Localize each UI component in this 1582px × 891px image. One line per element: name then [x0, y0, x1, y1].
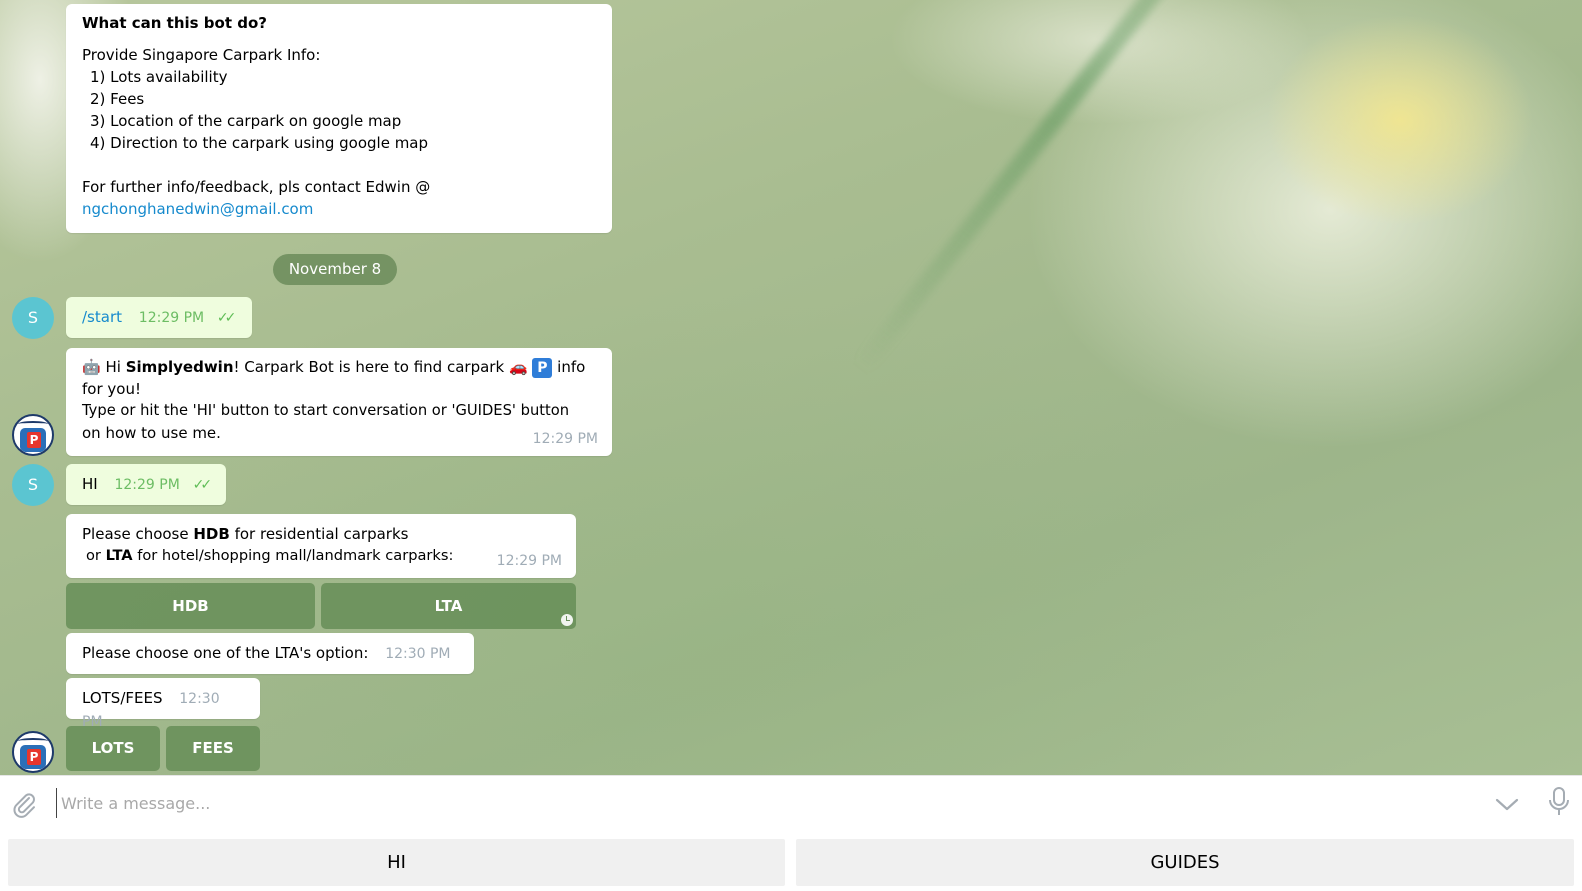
background-flower-stem	[852, 0, 1299, 375]
message-time: 12:29 PM	[532, 431, 598, 447]
hdb-bold: HDB	[193, 525, 230, 543]
chevron-down-icon[interactable]	[1494, 792, 1520, 816]
hdb-button[interactable]: HDB	[66, 583, 315, 629]
message-text: Please choose one of the LTA's option:	[82, 644, 369, 662]
bot-info-item: 4) Direction to the carpark using google…	[90, 134, 429, 152]
bot-info-card: What can this bot do? Provide Singapore …	[66, 4, 612, 233]
date-separator: November 8	[273, 254, 397, 285]
message-welcome: 🤖 Hi Simplyedwin! Carpark Bot is here to…	[66, 348, 612, 456]
read-ticks-icon: ✓✓	[216, 310, 237, 326]
lta-bold: LTA	[105, 547, 133, 564]
lots-button[interactable]: LOTS	[66, 726, 160, 771]
message-time: 12:29 PM	[114, 477, 180, 493]
read-ticks-icon: ✓✓	[192, 477, 213, 493]
contact-email-link[interactable]: ngchonghanedwin@gmail.com	[82, 198, 596, 220]
bot-info-intro: Provide Singapore Carpark Info:	[82, 46, 321, 64]
welcome-line-2: for you!	[82, 380, 141, 398]
bot-info-item: 3) Location of the carpark on google map	[90, 112, 402, 130]
message-choose-carpark: Please choose HDB for residential carpar…	[66, 514, 576, 578]
hi-reply-button[interactable]: HI	[8, 839, 785, 886]
bot-info-heading: What can this bot do?	[82, 14, 267, 32]
message-lta-option: Please choose one of the LTA's option: 1…	[66, 633, 474, 674]
welcome-line-4: on how to use me.	[82, 424, 221, 442]
message-text: or	[86, 547, 106, 564]
message-hi: HI 12:29 PM ✓✓	[66, 464, 226, 505]
bot-avatar[interactable]: P	[12, 414, 54, 456]
message-text: LOTS/FEES	[82, 689, 163, 707]
chat-area[interactable]: What can this bot do? Provide Singapore …	[0, 0, 1582, 775]
start-command-link[interactable]: /start	[82, 308, 122, 326]
message-time: 12:29 PM	[496, 553, 562, 569]
bot-info-contact: For further info/feedback, pls contact E…	[82, 178, 431, 196]
attach-icon[interactable]	[10, 790, 38, 818]
message-input-bar	[0, 775, 1582, 830]
message-start: /start 12:29 PM ✓✓	[66, 297, 252, 338]
user-avatar[interactable]: S	[12, 464, 54, 506]
lta-button[interactable]: LTA	[321, 583, 576, 629]
welcome-greeting: Hi	[105, 358, 126, 376]
message-text: HI	[82, 475, 98, 493]
message-lots-fees: LOTS/FEES 12:30 PM	[66, 678, 260, 730]
parking-emoji-icon: P	[532, 358, 553, 378]
user-name: Simplyedwin	[125, 358, 234, 376]
bot-info-item: 1) Lots availability	[90, 68, 228, 86]
clock-icon	[561, 614, 573, 626]
message-input[interactable]	[56, 788, 1456, 818]
fees-button[interactable]: FEES	[166, 726, 260, 771]
guides-reply-button[interactable]: GUIDES	[796, 839, 1574, 886]
message-text: for hotel/shopping mall/landmark carpark…	[132, 547, 454, 564]
welcome-text-end: info	[552, 358, 586, 376]
welcome-line-3: Type or hit the 'HI' button to start con…	[82, 402, 570, 419]
message-text: for residential carparks	[229, 525, 409, 543]
microphone-icon[interactable]	[1547, 786, 1571, 818]
welcome-text: ! Carpark Bot is here to find carpark	[233, 358, 505, 376]
car-emoji-icon: 🚗	[508, 358, 528, 376]
message-time: 12:29 PM	[138, 310, 205, 326]
bot-avatar[interactable]: P	[12, 731, 54, 773]
reply-keyboard: HI GUIDES	[0, 830, 1582, 891]
user-avatar[interactable]: S	[12, 297, 54, 339]
robot-emoji-icon: 🤖	[82, 358, 101, 376]
bot-info-item: 2) Fees	[90, 90, 145, 108]
message-time: 12:30 PM	[385, 646, 451, 662]
message-text: Please choose	[82, 525, 194, 543]
